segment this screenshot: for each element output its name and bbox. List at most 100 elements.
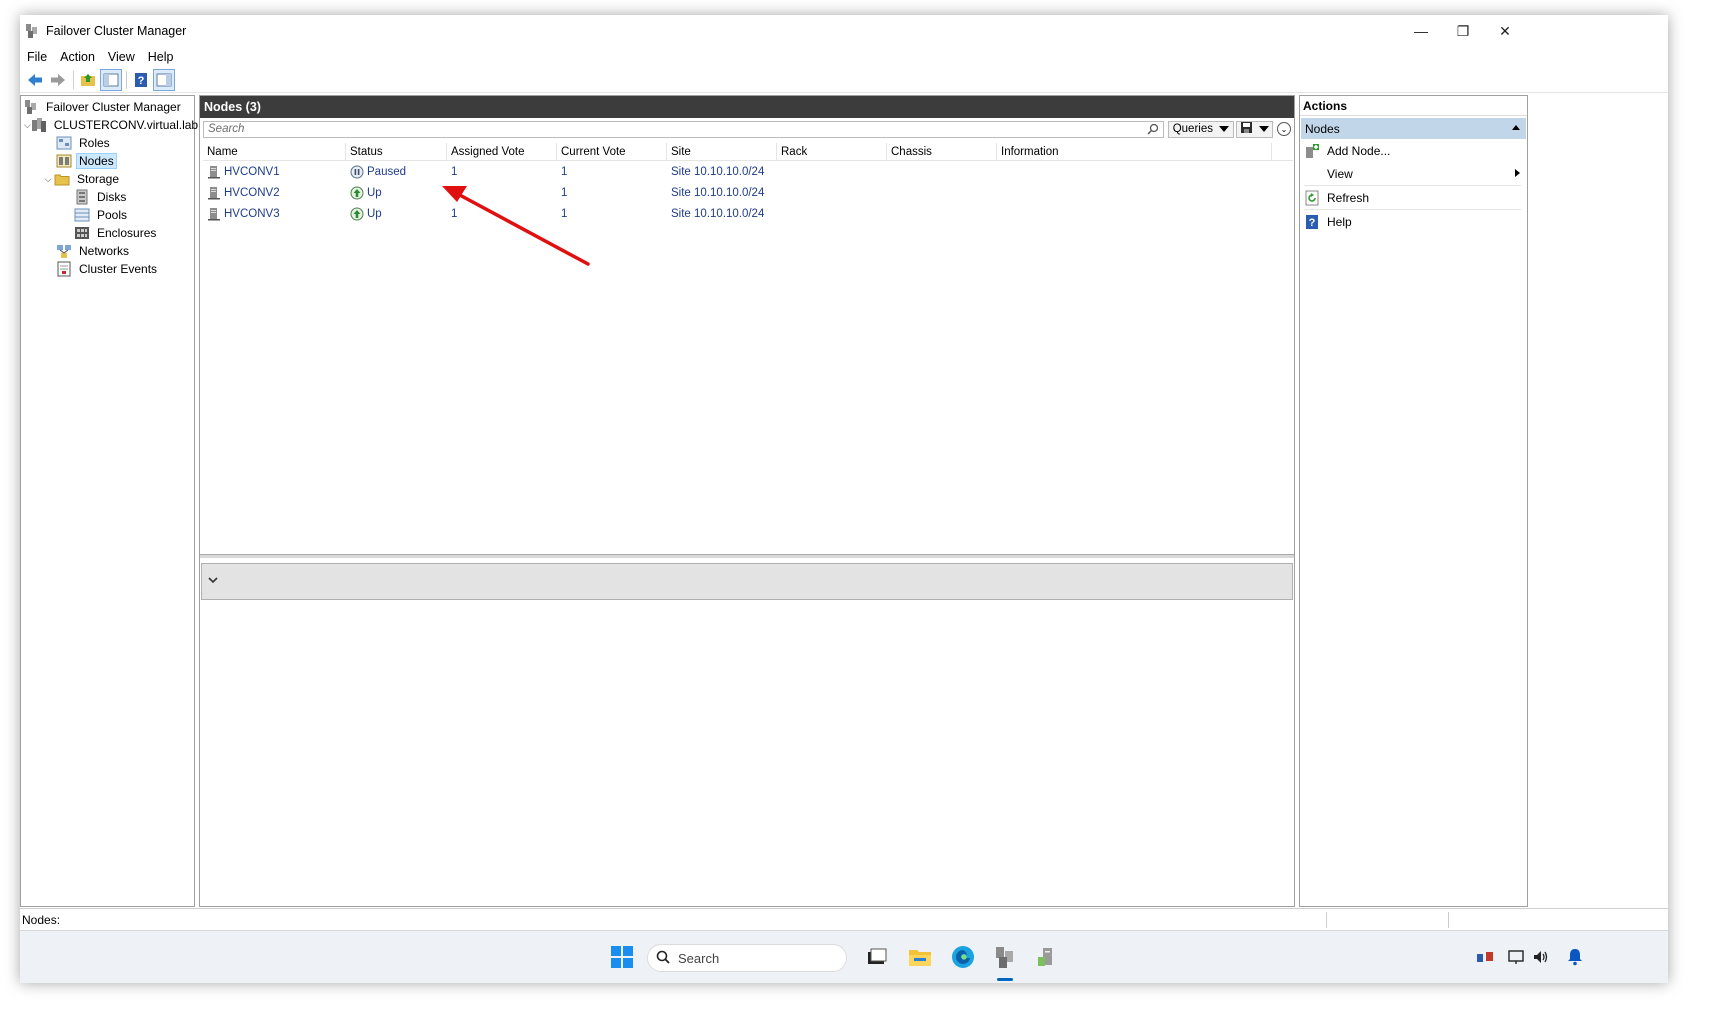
- actions-group-nodes[interactable]: Nodes: [1301, 118, 1526, 139]
- file-explorer-icon[interactable]: [906, 943, 934, 971]
- start-windows-icon[interactable]: [608, 943, 636, 971]
- minimize-button[interactable]: —: [1398, 15, 1444, 47]
- site-cell: Site 10.10.10.0/24: [671, 207, 765, 220]
- close-button[interactable]: ✕: [1482, 15, 1528, 47]
- column-header-site[interactable]: Site: [667, 143, 777, 160]
- restore-button[interactable]: ❐: [1440, 15, 1486, 47]
- tree-item-cluster[interactable]: ⌵ CLUSTERCONV.virtual.lab: [21, 116, 198, 134]
- submenu-arrow-icon: [1515, 169, 1520, 177]
- server-icon: [207, 186, 221, 200]
- status-cell: Up: [346, 186, 447, 200]
- active-app-indicator: [997, 978, 1013, 981]
- show-hide-console-tree-icon[interactable]: [100, 68, 122, 91]
- tree-item-enclosures[interactable]: Enclosures: [21, 224, 194, 242]
- node-name-cell: HVCONV1: [203, 165, 346, 179]
- status-separator: [1448, 912, 1449, 928]
- status-cell: Up: [346, 207, 447, 221]
- site-cell: Site 10.10.10.0/24: [671, 186, 765, 199]
- current-vote-cell: 1: [561, 165, 568, 178]
- site-cell: Site 10.10.10.0/24: [671, 165, 765, 178]
- edge-browser-icon[interactable]: [949, 943, 977, 971]
- forward-arrow-icon[interactable]: [47, 69, 69, 91]
- show-hide-action-pane-icon[interactable]: [153, 68, 175, 91]
- actions-title: Actions: [1300, 96, 1527, 116]
- node-name-cell: HVCONV2: [203, 186, 346, 200]
- column-header-status[interactable]: Status: [346, 143, 447, 160]
- chevron-down-icon[interactable]: ⌵: [42, 174, 54, 185]
- action-help[interactable]: ? Help: [1300, 210, 1523, 233]
- up-folder-icon[interactable]: [77, 69, 99, 91]
- up-status-icon: [350, 186, 364, 200]
- networks-icon: [56, 243, 72, 259]
- tree-item-nodes[interactable]: Nodes: [21, 152, 194, 170]
- details-pane-header[interactable]: [201, 563, 1293, 600]
- back-arrow-icon[interactable]: [24, 69, 46, 91]
- menu-file[interactable]: File: [27, 50, 47, 64]
- help-icon[interactable]: ?: [130, 69, 152, 91]
- collapse-up-icon[interactable]: [1512, 125, 1520, 130]
- search-icon: [656, 950, 670, 967]
- dropdown-caret-icon: [1219, 126, 1229, 132]
- search-input[interactable]: Search: [203, 120, 1164, 138]
- chevron-down-icon[interactable]: ⌵: [24, 120, 31, 131]
- tree-item-cluster-events[interactable]: Cluster Events: [21, 260, 194, 278]
- network-tray-icon[interactable]: [1471, 943, 1499, 971]
- status-text: Nodes:: [22, 912, 61, 927]
- failover-cluster-manager-taskbar-icon[interactable]: [991, 943, 1019, 971]
- toolbar-separator: [126, 70, 127, 89]
- menu-view[interactable]: View: [108, 50, 135, 64]
- cluster-events-icon: [56, 261, 72, 277]
- column-header-current-vote[interactable]: Current Vote: [557, 143, 667, 160]
- save-query-button[interactable]: [1236, 120, 1273, 138]
- notification-bell-icon[interactable]: [1561, 943, 1589, 971]
- window-title: Failover Cluster Manager: [46, 24, 187, 38]
- actions-pane: Actions Nodes Add Node... View Refresh ?…: [1299, 95, 1528, 907]
- queries-dropdown[interactable]: Queries: [1167, 120, 1234, 138]
- chevron-down-icon[interactable]: [208, 576, 218, 587]
- tree-item-roles[interactable]: Roles: [21, 134, 194, 152]
- column-header-assigned-vote[interactable]: Assigned Vote: [447, 143, 557, 160]
- taskbar-search-box[interactable]: Search: [647, 944, 847, 972]
- list-header: Name Status Assigned Vote Current Vote S…: [203, 143, 1293, 161]
- server-icon: [207, 207, 221, 221]
- tree-item-disks[interactable]: Disks: [21, 188, 194, 206]
- menu-bar: File Action View Help: [20, 47, 1668, 67]
- table-row[interactable]: HVCONV3 Up 1 1 Site 10.10.10.0/24: [203, 203, 1293, 224]
- assigned-vote-cell: 1: [451, 165, 458, 178]
- status-cell: Paused: [346, 165, 447, 179]
- tree-item-networks[interactable]: Networks: [21, 242, 194, 260]
- taskbar-search-label: Search: [678, 950, 720, 966]
- task-view-icon[interactable]: [863, 943, 891, 971]
- current-vote-cell: 1: [561, 207, 568, 220]
- svg-text:?: ?: [1309, 217, 1316, 229]
- nodes-list: Name Status Assigned Vote Current Vote S…: [203, 142, 1293, 552]
- search-icon[interactable]: [1147, 123, 1159, 138]
- collapse-chevron-icon[interactable]: ⌄: [1277, 122, 1291, 136]
- pane-splitter[interactable]: [200, 554, 1294, 558]
- pane-title: Nodes (3): [200, 96, 1294, 118]
- column-header-rack[interactable]: Rack: [777, 143, 887, 160]
- paused-status-icon: [350, 165, 364, 179]
- cluster-icon: [31, 117, 47, 133]
- menu-help[interactable]: Help: [148, 50, 174, 64]
- action-refresh[interactable]: Refresh: [1300, 186, 1523, 209]
- cluster-manager-icon: [23, 99, 39, 115]
- action-add-node[interactable]: Add Node...: [1300, 139, 1523, 162]
- server-manager-taskbar-icon[interactable]: [1033, 943, 1061, 971]
- menu-action[interactable]: Action: [60, 50, 95, 64]
- queries-label: Queries: [1172, 123, 1213, 135]
- table-row[interactable]: HVCONV1 Paused 1 1 Site 10.10.10.0/24: [203, 161, 1293, 182]
- volume-tray-icon[interactable]: [1527, 943, 1555, 971]
- tree-item-root[interactable]: Failover Cluster Manager: [21, 98, 194, 116]
- action-view[interactable]: View: [1300, 162, 1523, 185]
- tree-item-pools[interactable]: Pools: [21, 206, 194, 224]
- column-header-name[interactable]: Name: [203, 143, 346, 160]
- column-header-information[interactable]: Information: [997, 143, 1272, 160]
- failover-cluster-manager-window: Failover Cluster Manager — ❐ ✕ File Acti…: [20, 15, 1668, 983]
- tree-item-storage[interactable]: ⌵ Storage: [21, 170, 194, 188]
- table-row[interactable]: HVCONV2 Up 1 1 Site 10.10.10.0/24: [203, 182, 1293, 203]
- column-header-chassis[interactable]: Chassis: [887, 143, 997, 160]
- node-name-cell: HVCONV3: [203, 207, 346, 221]
- storage-folder-icon: [54, 171, 70, 187]
- toolbar-separator: [73, 70, 74, 89]
